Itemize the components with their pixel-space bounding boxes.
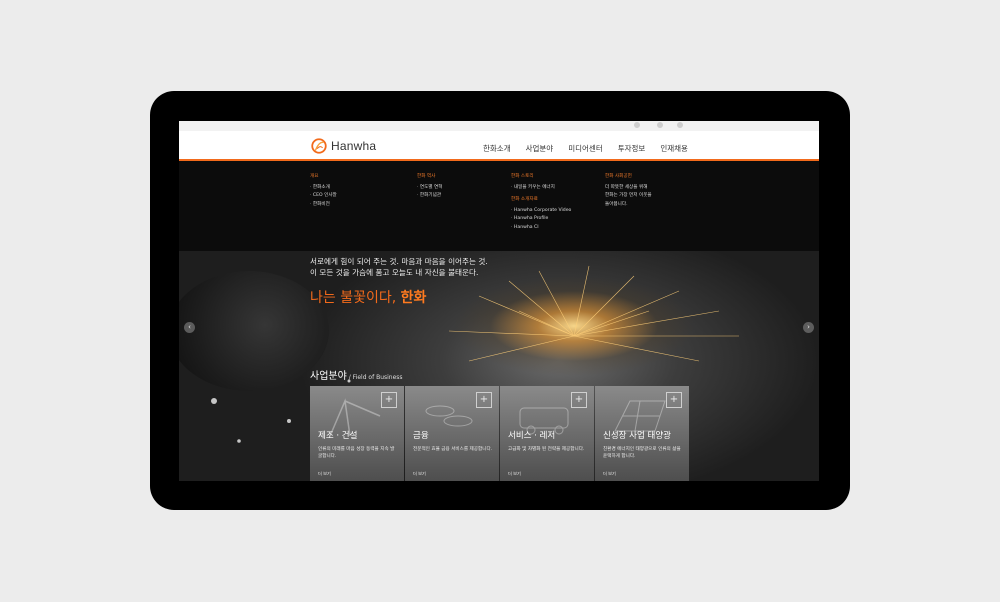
menu-head: 개요 [310, 174, 319, 179]
menu-item[interactable]: Hanwha Corporate Video [511, 207, 571, 216]
card-more-link[interactable]: 더 보기 [318, 471, 331, 477]
card-more-link[interactable]: 더 보기 [603, 471, 616, 477]
menu-text: 돌아봅니다. [605, 201, 628, 207]
site-header: Hanwha 한화소개 사업분야 미디어센터 투자정보 인재채용 [179, 131, 819, 161]
business-title-en: / Field of Business [346, 374, 403, 381]
menu-text: 더 따뜻한 세상을 위해 [605, 184, 648, 190]
card-title: 서비스 · 레저 [508, 431, 556, 441]
plus-icon[interactable]: + [381, 392, 397, 408]
nav-item-business[interactable]: 사업분야 [526, 143, 554, 154]
menu-item[interactable]: Hanwha Profile [511, 215, 571, 224]
hanwha-logo-icon [311, 138, 327, 154]
card-title: 신성장 사업 태양광 [603, 431, 671, 441]
business-card-manufacturing[interactable]: + 제조 · 건설 인류의 미래를 마음 성장 동력을 지속 발굴합니다. 더 … [310, 386, 404, 481]
menu-col-story: 한화 스토리 내일을 키우는 에너지 한화 소개자료 Hanwha Corpor… [511, 173, 571, 233]
menu-head: 한화 소개자료 [511, 197, 538, 203]
menu-col-csr: 한화 사회공헌 더 따뜻한 세상을 위해 한화는 가장 먼저 이웃을 돌아봅니다… [605, 173, 652, 209]
utility-icon[interactable] [677, 122, 683, 128]
main-nav: 한화소개 사업분야 미디어센터 투자정보 인재채용 [483, 143, 703, 154]
plus-icon[interactable]: + [666, 392, 682, 408]
nav-item-media[interactable]: 미디어센터 [568, 143, 603, 154]
business-card-service[interactable]: + 서비스 · 레저 고급화 및 차별화 된 전략을 제공합니다. 더 보기 [500, 386, 594, 481]
menu-head: 한화 스토리 [511, 174, 534, 179]
card-desc: 인류의 미래를 마음 성장 동력을 지속 발굴합니다. [318, 447, 395, 459]
menu-text: 한화는 가장 먼저 이웃을 [605, 193, 652, 199]
hanwha-logo[interactable]: Hanwha [310, 136, 376, 156]
card-desc: 고급화 및 차별화 된 전략을 제공합니다. [508, 447, 585, 452]
business-card-finance[interactable]: + 금융 전문적인 효율 금융 서비스를 제공합니다. 더 보기 [405, 386, 499, 481]
card-more-link[interactable]: 더 보기 [508, 471, 521, 477]
menu-head: 한화 사회공헌 [605, 174, 632, 179]
menu-item[interactable]: 한화소개 [310, 184, 337, 193]
card-desc: 전문적인 효율 금융 서비스를 제공합니다. [413, 447, 493, 452]
plus-icon[interactable]: + [476, 392, 492, 408]
brand-name: Hanwha [331, 139, 377, 153]
menu-item[interactable]: 한화기념관 [417, 192, 443, 201]
menu-item[interactable]: CEO 인사말 [310, 192, 337, 201]
utility-icon[interactable] [657, 122, 663, 128]
menu-item[interactable]: Hanwha CI [511, 224, 571, 233]
plus-icon[interactable]: + [571, 392, 587, 408]
card-desc: 친환경 에너지인 태양광으로 인류의 삶을 윤택하게 합니다. [603, 447, 681, 459]
utility-bar [179, 121, 819, 131]
nav-item-about[interactable]: 한화소개 [483, 143, 511, 154]
menu-col-overview: 개요 한화소개 CEO 인사말 한화비전 [310, 173, 337, 209]
mega-menu: 개요 한화소개 CEO 인사말 한화비전 한화 역사 연도별 연혁 한화기념관 … [179, 161, 819, 251]
nav-item-careers[interactable]: 인재채용 [660, 143, 688, 154]
business-cards: + 제조 · 건설 인류의 미래를 마음 성장 동력을 지속 발굴합니다. 더 … [310, 386, 690, 481]
business-card-solar[interactable]: + 신성장 사업 태양광 친환경 에너지인 태양광으로 인류의 삶을 윤택하게 … [595, 386, 689, 481]
card-title: 금융 [413, 431, 429, 441]
website-screen: Hanwha 한화소개 사업분야 미디어센터 투자정보 인재채용 서로에게 힘이… [179, 121, 819, 481]
business-title-ko: 사업분야 [310, 371, 347, 382]
menu-item[interactable]: 연도별 연혁 [417, 184, 443, 193]
utility-icon[interactable] [634, 122, 640, 128]
menu-item[interactable]: 한화비전 [310, 201, 337, 210]
nav-item-ir[interactable]: 투자정보 [618, 143, 646, 154]
coins-icon [425, 405, 473, 427]
menu-head: 한화 역사 [417, 174, 436, 179]
menu-item[interactable]: 내일을 키우는 에너지 [511, 184, 571, 193]
business-title: 사업분야 / Field of Business [310, 364, 403, 383]
card-title: 제조 · 건설 [318, 431, 358, 441]
card-more-link[interactable]: 더 보기 [413, 471, 426, 477]
menu-col-history: 한화 역사 연도별 연혁 한화기념관 [417, 173, 443, 201]
